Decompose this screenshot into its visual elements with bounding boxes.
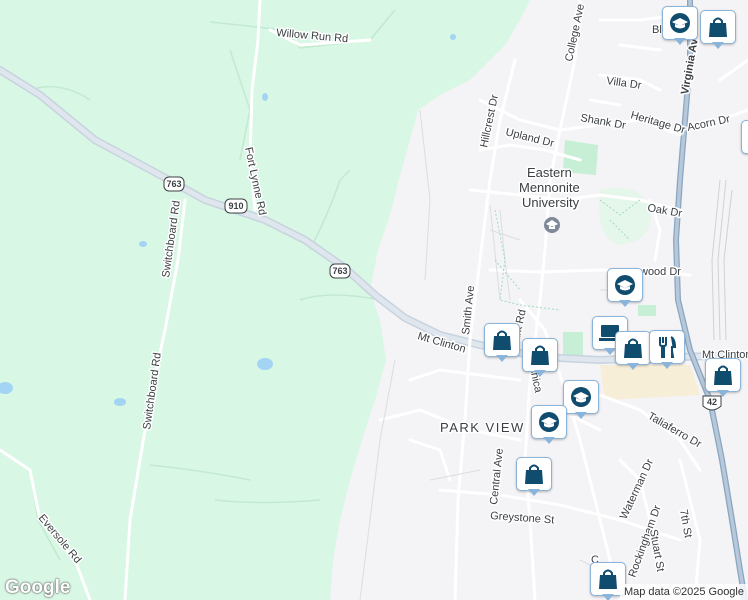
university-label-2: Mennonite [519,180,580,195]
svg-text:763: 763 [166,179,181,189]
google-logo[interactable]: Google [5,577,70,599]
route-763-shield-b: 763 [329,263,351,279]
school-marker-low-2[interactable] [531,405,567,445]
svg-text:42: 42 [707,397,717,407]
shopping-bag-icon [714,365,732,385]
map-canvas[interactable]: Willow Run Rd Fort Lynne Rd Switchboard … [0,0,748,600]
shopping-marker-mid-3[interactable] [615,331,651,371]
school-icon [539,412,559,432]
shopping-bag-icon [709,17,727,37]
bl-label: Bl [652,24,662,36]
university-label-3: University [522,195,580,210]
school-icon [571,387,591,407]
wood-label: wood Dr [639,266,681,278]
restaurant-marker[interactable] [649,330,685,370]
shopping-bag-icon [531,345,549,365]
university-label-1: Eastern [527,165,572,180]
route-910-shield: 910 [224,198,248,214]
shopping-bag-icon [525,464,543,484]
shopping-bag-icon [624,338,642,358]
shopping-marker-low[interactable] [516,457,552,497]
svg-text:763: 763 [332,266,347,276]
school-marker-top[interactable] [662,6,698,46]
map-attribution[interactable]: Map data ©2025 Google [619,584,748,600]
university-icon [544,217,560,233]
shopping-bag-icon [493,330,511,350]
restaurant-icon [659,336,677,358]
shopping-marker-mid-1[interactable] [484,323,520,363]
school-icon [615,275,635,295]
svg-text:910: 910 [228,201,243,211]
shopping-bag-icon [599,569,617,589]
route-763-shield-a: 763 [163,176,185,192]
partial-marker-right[interactable] [741,120,748,160]
shopping-marker-right[interactable] [705,358,741,398]
shopping-marker-top[interactable] [700,10,736,50]
school-icon [670,13,690,33]
school-marker-mid[interactable] [607,268,643,308]
route-42-shield: 42 [702,395,722,411]
school-marker-low-1[interactable] [563,380,599,420]
park-view-label: PARK VIEW [440,420,525,435]
shopping-marker-mid-2[interactable] [522,338,558,378]
